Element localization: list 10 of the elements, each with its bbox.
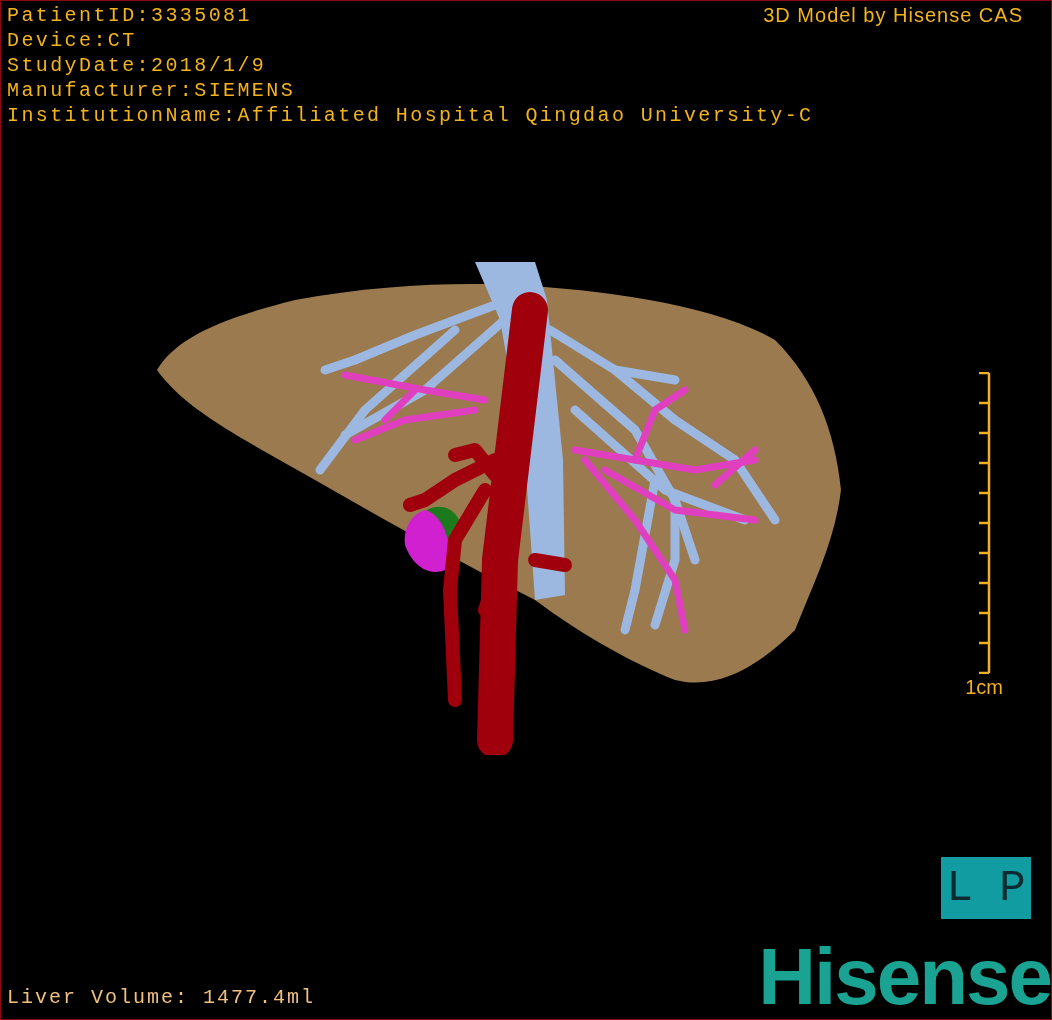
study-info-line: StudyDate:2018/1/9 — [7, 53, 267, 78]
liver-volume: Liver Volume: 1477.4ml — [7, 986, 316, 1009]
orientation-marker: L P — [941, 857, 1031, 919]
study-info-line: InstitutionName:Affiliated Hospital Qingdao University-C — [7, 103, 814, 128]
study-info-line: Device:CT — [7, 28, 137, 53]
scale-label: 1cm — [965, 676, 1003, 699]
brand-logo: Hisense — [758, 941, 1051, 1013]
study-info-line: Manufacturer:SIEMENS — [7, 78, 296, 103]
study-info-line: PatientID:3335081 — [7, 3, 252, 28]
model-credit: 3D Model by Hisense CAS — [763, 3, 1023, 28]
